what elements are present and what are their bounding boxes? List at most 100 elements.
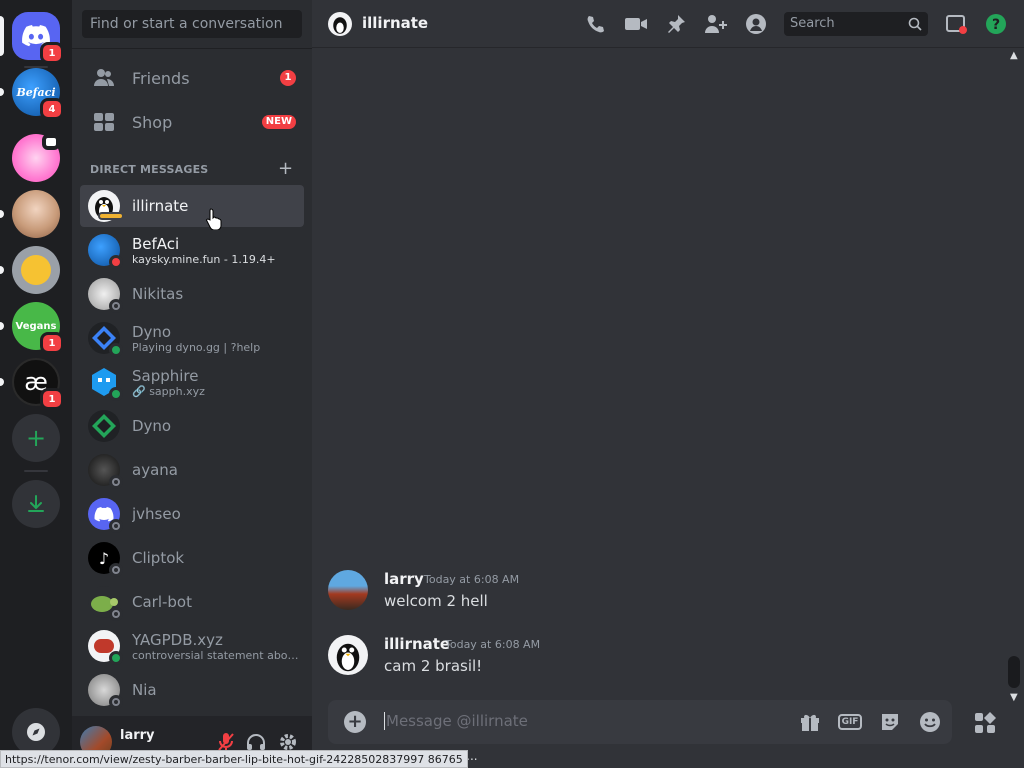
dm-name: Dyno: [132, 322, 172, 341]
emoji-smile-icon: [920, 712, 940, 732]
scroll-down-arrow-icon[interactable]: ▼: [1010, 692, 1018, 703]
dm-name: jvhseo: [132, 505, 181, 523]
home-unread-badge: 1: [40, 42, 64, 64]
chat-header: illirnate Search ?: [312, 0, 1024, 48]
tiktok-note-icon: ♪: [98, 548, 110, 568]
dm-item-cliptok[interactable]: ♪ Cliptok: [80, 537, 304, 579]
unread-dot: [0, 322, 4, 330]
status-online-indicator: [109, 651, 123, 665]
scroll-up-arrow-icon[interactable]: ▲: [1010, 50, 1018, 61]
dm-item-nia[interactable]: Nia: [80, 669, 304, 711]
message[interactable]: larry Today at 6:08 AM welcom 2 hell: [328, 570, 988, 614]
message-input[interactable]: Message @illirnate: [384, 712, 528, 730]
apps-grid-icon: [975, 712, 996, 733]
server-vegans-label: Vegans: [15, 320, 57, 332]
start-video-call-button[interactable]: [624, 12, 648, 36]
scrollbar-thumb[interactable]: [1008, 656, 1020, 688]
hand-cursor-icon: [206, 208, 222, 230]
emoji-button[interactable]: [918, 710, 942, 734]
help-button[interactable]: ?: [984, 12, 1008, 36]
dm-name: ayana: [132, 461, 178, 479]
dm-item-dyno[interactable]: Dyno Playing dyno.gg | ?help: [80, 317, 304, 359]
server-befaci-label: Befaci: [16, 85, 56, 99]
user-profile-button[interactable]: [744, 12, 768, 36]
message-timestamp: Today at 6:08 AM: [424, 573, 520, 586]
shop-icon: [92, 110, 116, 134]
download-icon: [28, 495, 44, 512]
unread-dot: [0, 266, 4, 274]
yagpdb-logo-icon: [94, 639, 114, 653]
gift-button[interactable]: [798, 710, 822, 734]
message[interactable]: illirnate Today at 6:08 AM cam 2 brasil!: [328, 635, 988, 679]
nav-shop[interactable]: Shop NEW: [80, 101, 304, 143]
avatar: [88, 674, 123, 709]
apps-button[interactable]: [972, 710, 998, 736]
headphones-icon: [247, 734, 265, 750]
dm-name: Cliptok: [132, 549, 185, 567]
dm-item-carl-bot[interactable]: Carl-bot: [80, 581, 304, 623]
message-composer: + Message @illirnate GIF: [328, 700, 952, 744]
inbox-button[interactable]: [944, 12, 968, 36]
plus-icon: +: [25, 424, 47, 452]
dm-item-sapphire[interactable]: Sapphire 🔗 sapph.xyz: [80, 361, 304, 403]
server-portrait[interactable]: [12, 190, 60, 238]
dm-item-jvhseo[interactable]: jvhseo: [80, 493, 304, 535]
nav-friends-label: Friends: [132, 68, 190, 88]
mic-muted-icon: [218, 733, 234, 751]
create-dm-plus-icon[interactable]: +: [278, 159, 293, 179]
unread-dot: [0, 378, 4, 386]
message-avatar[interactable]: [328, 570, 368, 610]
discover-button[interactable]: [12, 708, 60, 756]
add-server-button[interactable]: +: [12, 414, 60, 462]
unread-dot: [0, 88, 4, 96]
profile-icon: [746, 14, 766, 34]
dm-sub: 🔗 sapph.xyz: [132, 384, 205, 398]
dm-item-ayana[interactable]: ayana: [80, 449, 304, 491]
selected-indicator: [0, 16, 4, 56]
dm-section-header: DIRECT MESSAGES: [90, 163, 209, 176]
avatar: [88, 586, 123, 621]
gear-icon: [280, 734, 296, 750]
find-conversation-input[interactable]: Find or start a conversation: [82, 10, 302, 38]
dm-name: Carl-bot: [132, 593, 192, 611]
dm-item-dyno-2[interactable]: Dyno: [80, 405, 304, 447]
header-search-input[interactable]: Search: [784, 12, 928, 36]
dm-item-yagpdb[interactable]: YAGPDB.xyz controversial statement abou..…: [80, 625, 304, 667]
upload-plus-button[interactable]: +: [344, 711, 366, 733]
sticker-button[interactable]: [878, 710, 902, 734]
dm-item-illirnate[interactable]: illirnate: [80, 185, 304, 227]
dm-item-befaci[interactable]: BefAci kaysky.mine.fun - 1.19.4+: [80, 229, 304, 271]
pinned-messages-button[interactable]: [664, 12, 688, 36]
server-pikachu[interactable]: [12, 246, 60, 294]
status-offline-indicator: [109, 695, 123, 709]
gift-icon: [801, 714, 819, 731]
unread-dot: [0, 210, 4, 218]
dm-sub: Playing dyno.gg | ?help: [132, 340, 261, 354]
message-avatar[interactable]: [328, 635, 368, 675]
status-offline-indicator: [109, 519, 123, 533]
add-friends-to-dm-button[interactable]: [704, 12, 728, 36]
dm-item-nikitas[interactable]: Nikitas: [80, 273, 304, 315]
video-camera-icon: [625, 18, 647, 30]
message-author[interactable]: larry: [384, 570, 424, 588]
start-voice-call-button[interactable]: [584, 12, 608, 36]
nav-friends[interactable]: Friends 1: [80, 57, 304, 99]
nav-shop-label: Shop: [132, 112, 173, 132]
browser-status-url: https://tenor.com/view/zesty-barber-barb…: [0, 750, 468, 768]
chat-title: illirnate: [362, 14, 429, 32]
message-author[interactable]: illirnate: [384, 635, 450, 653]
avatar: [88, 278, 123, 313]
friends-icon: [92, 66, 116, 90]
server-ae-badge: 1: [40, 388, 64, 410]
avatar: [88, 190, 124, 222]
friends-badge: 1: [280, 70, 296, 86]
status-online-indicator: [109, 387, 123, 401]
gif-button[interactable]: GIF: [837, 710, 863, 734]
help-icon: ?: [986, 14, 1006, 34]
download-apps-button[interactable]: [12, 480, 60, 528]
server-rail: 1 Befaci 4 Vegans 1 æ 1 +: [0, 0, 72, 768]
sticker-icon: [882, 714, 898, 730]
phone-icon: [587, 16, 604, 33]
user-name: larry: [120, 728, 155, 743]
dyno-logo-icon: [92, 414, 116, 438]
